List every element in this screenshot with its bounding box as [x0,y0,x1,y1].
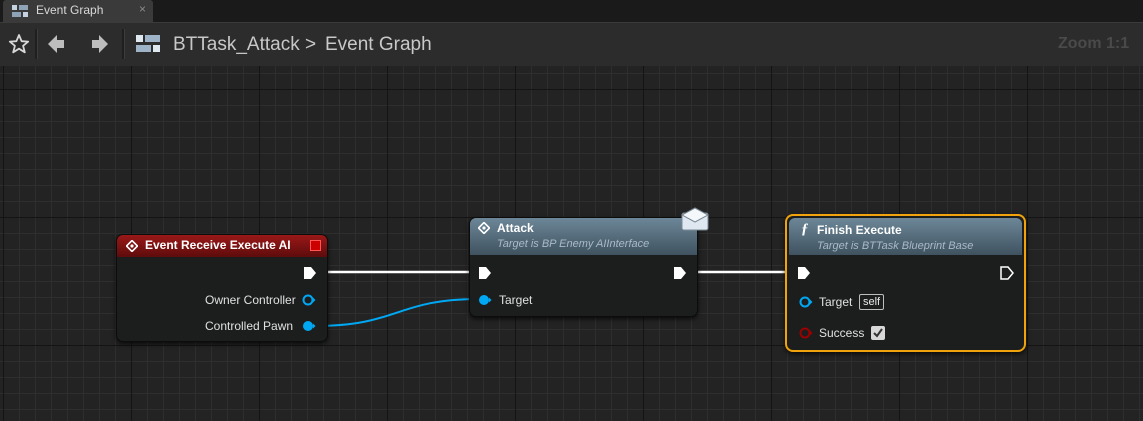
close-icon[interactable]: × [139,2,146,16]
blueprint-graph-icon [12,5,28,17]
object-pin-unconnected[interactable] [302,293,316,307]
pin-label-owner-controller: Owner Controller [205,293,296,307]
node-attack[interactable]: Attack Target is BP Enemy AIInterface Ta… [469,217,698,317]
pin-label-target: Target [819,295,853,309]
blueprint-graph-icon [136,35,160,52]
node-event-receive-execute-ai[interactable]: Event Receive Execute AI Owner Controlle… [116,234,328,342]
object-pin-connected[interactable] [302,319,316,333]
exec-out-pin[interactable] [303,266,317,280]
object-pin-unconnected[interactable] [799,295,813,309]
node-title: Finish Execute [817,223,902,237]
pin-label-success: Success [819,326,865,340]
pin-label-target: Target [499,293,533,307]
envelope-icon [681,207,709,231]
node-finish-execute[interactable]: ƒ Finish Execute Target is BTTask Bluepr… [785,214,1026,352]
node-subtitle: Target is BTTask Blueprint Base [817,240,974,252]
exec-in-pin[interactable] [478,266,492,280]
bool-pin-unconnected[interactable] [799,326,813,340]
exec-out-pin[interactable] [673,266,687,280]
event-diamond-icon [478,222,490,234]
event-diamond-icon [126,240,138,252]
node-title: Attack [497,221,534,235]
star-icon[interactable] [7,32,31,56]
object-pin-connected[interactable] [478,293,492,307]
tab-label: Event Graph [36,3,104,17]
arrow-right-icon[interactable] [87,32,111,56]
node-title: Event Receive Execute AI [145,238,291,252]
breadcrumb-asset[interactable]: BTTask_Attack [173,34,300,56]
exec-out-pin[interactable] [1000,266,1014,280]
function-icon: ƒ [801,221,809,237]
graph-canvas[interactable]: Event Receive Execute AI Owner Controlle… [0,66,1143,421]
breadcrumb-separator: > [305,34,317,55]
zoom-level: Zoom 1:1 [1058,35,1130,52]
toolbar-separator [35,29,38,59]
tab-strip: Event Graph × [0,0,1143,22]
pin-label-controlled-pawn: Controlled Pawn [205,319,294,333]
success-checkbox[interactable] [871,326,885,340]
exec-in-pin[interactable] [797,266,811,280]
tab-event-graph[interactable]: Event Graph × [3,0,153,22]
delegate-pin[interactable] [310,240,321,251]
object-wire [313,298,481,327]
node-subtitle: Target is BP Enemy AIInterface [497,238,650,250]
breadcrumb-graph[interactable]: Event Graph [325,34,432,56]
graph-toolbar: BTTask_Attack > Event Graph Zoom 1:1 [0,22,1143,66]
arrow-left-icon[interactable] [45,32,69,56]
target-default-value[interactable]: self [859,294,885,310]
toolbar-separator [122,29,125,59]
checkmark-icon [873,328,883,338]
